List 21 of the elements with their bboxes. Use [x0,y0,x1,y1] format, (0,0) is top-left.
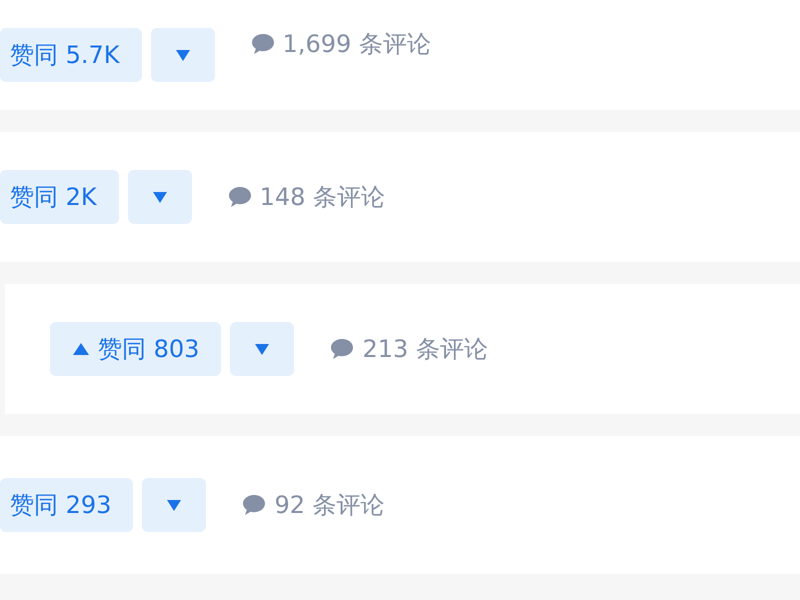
speech-bubble-icon [242,494,266,516]
comments-button[interactable]: 1,699 条评论 [250,28,431,60]
caret-up-icon [72,342,90,356]
downvote-button[interactable] [150,28,215,82]
comments-button[interactable]: 92 条评论 [242,489,385,521]
upvote-button[interactable]: 赞同 803 [50,322,222,376]
caret-down-icon [174,48,191,62]
caret-down-icon [254,342,270,356]
upvote-button[interactable]: 赞同 2K [0,170,119,224]
caret-down-icon [166,498,182,512]
downvote-button[interactable] [128,170,192,224]
caret-down-icon [152,190,168,204]
downvote-button[interactable] [230,322,294,376]
speech-bubble-icon [228,186,252,208]
upvote-button[interactable]: 赞同 293 [0,478,134,532]
speech-bubble-icon [330,338,354,360]
speech-bubble-icon [250,33,275,55]
upvote-button[interactable]: 赞同 5.7K [0,28,142,82]
downvote-button[interactable] [142,478,206,532]
comments-button[interactable]: 213 条评论 [330,333,488,365]
comments-button[interactable]: 148 条评论 [228,181,386,213]
